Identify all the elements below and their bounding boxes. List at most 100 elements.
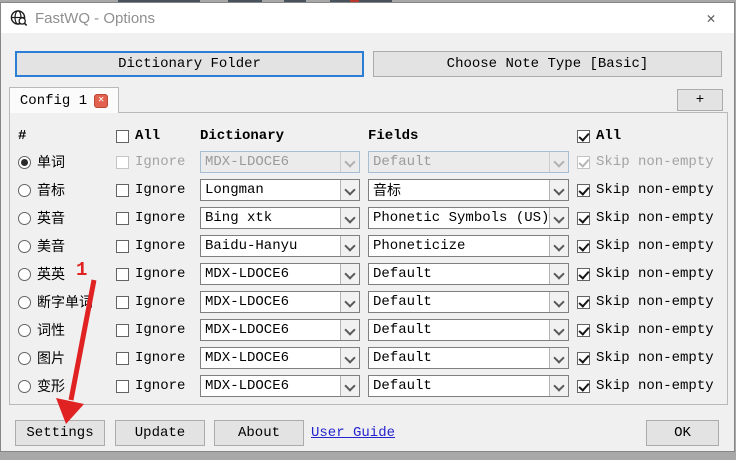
ok-button[interactable]: OK (646, 420, 719, 446)
ignore-cell[interactable]: Ignore (116, 232, 200, 260)
ignore-checkbox[interactable] (116, 379, 129, 393)
chevron-down-icon[interactable] (340, 208, 359, 228)
word-type-radio[interactable] (18, 379, 31, 393)
field-select[interactable]: Default (368, 375, 569, 397)
chevron-down-icon[interactable] (340, 376, 359, 396)
ignore-checkbox[interactable] (116, 323, 129, 337)
word-type-radio[interactable] (18, 351, 31, 365)
ignore-cell[interactable]: Ignore (116, 372, 200, 400)
ignore-cell[interactable]: Ignore (116, 316, 200, 344)
tab-config-1[interactable]: Config 1 ✕ (9, 87, 119, 113)
ignore-cell[interactable]: Ignore (116, 176, 200, 204)
skip-checkbox[interactable] (577, 267, 590, 281)
word-type-cell[interactable]: 断字单词 (18, 288, 114, 316)
chevron-down-icon[interactable] (340, 320, 359, 340)
chevron-down-icon[interactable] (340, 292, 359, 312)
word-type-radio[interactable] (18, 295, 31, 309)
skip-checkbox[interactable] (577, 183, 590, 197)
all-skip-checkbox[interactable] (577, 129, 590, 143)
word-type-cell[interactable]: 英英 (18, 260, 114, 288)
word-type-cell[interactable]: 英音 (18, 204, 114, 232)
ignore-cell[interactable]: Ignore (116, 344, 200, 372)
chevron-down-icon[interactable] (549, 264, 568, 284)
word-type-radio[interactable] (18, 155, 31, 169)
user-guide-link[interactable]: User Guide (311, 425, 395, 441)
field-select[interactable]: Phonetic Symbols (US) (368, 207, 569, 229)
close-icon[interactable]: ✕ (697, 6, 725, 30)
field-select[interactable]: 音标 (368, 179, 569, 201)
header-all-ignore[interactable]: All (116, 126, 160, 146)
update-button[interactable]: Update (115, 420, 205, 446)
ignore-checkbox[interactable] (116, 183, 129, 197)
skip-cell[interactable]: Skip non-empty (577, 344, 727, 372)
chevron-down-icon[interactable] (549, 236, 568, 256)
skip-checkbox[interactable] (577, 295, 590, 309)
ignore-cell[interactable]: Ignore (116, 260, 200, 288)
skip-cell[interactable]: Skip non-empty (577, 288, 727, 316)
word-type-radio[interactable] (18, 211, 31, 225)
chevron-down-icon[interactable] (549, 320, 568, 340)
ignore-checkbox[interactable] (116, 351, 129, 365)
skip-checkbox[interactable] (577, 239, 590, 253)
skip-checkbox[interactable] (577, 379, 590, 393)
word-type-cell[interactable]: 音标 (18, 176, 114, 204)
dictionary-select[interactable]: Longman (200, 179, 360, 201)
about-button[interactable]: About (214, 420, 304, 446)
field-select[interactable]: Default (368, 319, 569, 341)
skip-checkbox[interactable] (577, 155, 590, 169)
chevron-down-icon[interactable] (549, 348, 568, 368)
field-select[interactable]: Default (368, 291, 569, 313)
field-select[interactable]: Default (368, 263, 569, 285)
choose-note-type-button[interactable]: Choose Note Type [Basic] (373, 51, 722, 77)
chevron-down-icon[interactable] (340, 264, 359, 284)
chevron-down-icon[interactable] (549, 152, 568, 172)
dictionary-select[interactable]: MDX-LDOCE6 (200, 319, 360, 341)
dictionary-select[interactable]: Baidu-Hanyu (200, 235, 360, 257)
dictionary-select[interactable]: MDX-LDOCE6 (200, 291, 360, 313)
dictionary-select[interactable]: MDX-LDOCE6 (200, 347, 360, 369)
skip-cell[interactable]: Skip non-empty (577, 232, 727, 260)
dictionary-folder-button[interactable]: Dictionary Folder (15, 51, 364, 77)
ignore-cell[interactable]: Ignore (116, 288, 200, 316)
skip-cell[interactable]: Skip non-empty (577, 316, 727, 344)
ignore-cell[interactable]: Ignore (116, 204, 200, 232)
word-type-cell[interactable]: 美音 (18, 232, 114, 260)
ignore-checkbox[interactable] (116, 295, 129, 309)
field-select[interactable]: Default (368, 347, 569, 369)
ignore-checkbox[interactable] (116, 267, 129, 281)
dictionary-select[interactable]: MDX-LDOCE6 (200, 151, 360, 173)
skip-checkbox[interactable] (577, 351, 590, 365)
word-type-radio[interactable] (18, 267, 31, 281)
field-select[interactable]: Phoneticize (368, 235, 569, 257)
chevron-down-icon[interactable] (340, 180, 359, 200)
settings-button[interactable]: Settings (15, 420, 105, 446)
ignore-checkbox[interactable] (116, 239, 129, 253)
chevron-down-icon[interactable] (340, 236, 359, 256)
all-ignore-checkbox[interactable] (116, 129, 129, 143)
word-type-radio[interactable] (18, 239, 31, 253)
skip-cell[interactable]: Skip non-empty (577, 260, 727, 288)
dictionary-select[interactable]: MDX-LDOCE6 (200, 375, 360, 397)
ignore-cell[interactable]: Ignore (116, 148, 200, 176)
ignore-checkbox[interactable] (116, 211, 129, 225)
word-type-cell[interactable]: 变形 (18, 372, 114, 400)
field-select[interactable]: Default (368, 151, 569, 173)
dictionary-select[interactable]: MDX-LDOCE6 (200, 263, 360, 285)
skip-cell[interactable]: Skip non-empty (577, 204, 727, 232)
dictionary-select[interactable]: Bing xtk (200, 207, 360, 229)
tab-close-icon[interactable]: ✕ (94, 93, 109, 108)
chevron-down-icon[interactable] (549, 208, 568, 228)
skip-checkbox[interactable] (577, 323, 590, 337)
word-type-radio[interactable] (18, 183, 31, 197)
chevron-down-icon[interactable] (549, 292, 568, 312)
chevron-down-icon[interactable] (340, 152, 359, 172)
chevron-down-icon[interactable] (549, 180, 568, 200)
chevron-down-icon[interactable] (549, 376, 568, 396)
word-type-cell[interactable]: 图片 (18, 344, 114, 372)
header-all-skip[interactable]: All (577, 126, 621, 146)
word-type-cell[interactable]: 单词 (18, 148, 114, 176)
skip-cell[interactable]: Skip non-empty (577, 148, 727, 176)
skip-cell[interactable]: Skip non-empty (577, 176, 727, 204)
skip-checkbox[interactable] (577, 211, 590, 225)
chevron-down-icon[interactable] (340, 348, 359, 368)
